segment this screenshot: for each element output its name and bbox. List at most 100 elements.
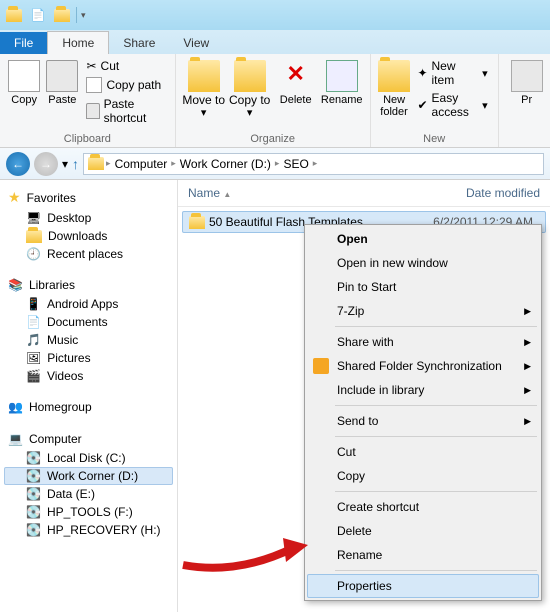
nav-forward-button[interactable]: →: [34, 152, 58, 176]
recent-icon: 🕘: [26, 247, 41, 261]
nav-history-dropdown[interactable]: ▾: [62, 157, 68, 171]
sidebar-recent[interactable]: 🕘Recent places: [4, 245, 173, 263]
ctx-pin[interactable]: Pin to Start: [307, 275, 539, 299]
copy-path-button[interactable]: Copy path: [82, 76, 168, 94]
submenu-arrow-icon: ▶: [524, 385, 531, 396]
sidebar-homegroup[interactable]: 👥Homegroup: [4, 397, 173, 417]
scissors-icon: ✂: [86, 59, 96, 73]
submenu-arrow-icon: ▶: [524, 416, 531, 427]
disk-icon: 💽: [26, 523, 41, 537]
downloads-icon: [26, 230, 42, 243]
sidebar-android[interactable]: 📱Android Apps: [4, 295, 173, 313]
disk-icon: 💽: [26, 505, 41, 519]
desktop-icon: 🖥: [26, 211, 41, 225]
copy-to-button[interactable]: Copy to ▾: [228, 56, 272, 119]
rename-icon: [326, 60, 358, 92]
nav-back-button[interactable]: ←: [6, 152, 30, 176]
documents-icon: 📄: [26, 315, 41, 329]
new-folder-button[interactable]: New folder: [377, 56, 412, 118]
group-new-label: New: [377, 131, 492, 147]
ctx-include[interactable]: Include in library▶: [307, 378, 539, 402]
sync-icon: [313, 358, 329, 374]
tab-file[interactable]: File: [0, 32, 47, 54]
submenu-arrow-icon: ▶: [524, 337, 531, 348]
disk-icon: 💽: [26, 451, 41, 465]
android-icon: 📱: [26, 297, 41, 311]
sidebar-favorites[interactable]: ★Favorites: [4, 186, 173, 209]
ctx-delete[interactable]: Delete: [307, 519, 539, 543]
sidebar-computer[interactable]: 💻Computer: [4, 429, 173, 449]
rename-button[interactable]: Rename: [320, 56, 364, 106]
ctx-7zip[interactable]: 7-Zip▶: [307, 299, 539, 323]
ctx-share[interactable]: Share with▶: [307, 330, 539, 354]
sidebar-drive-e[interactable]: 💽Data (E:): [4, 485, 173, 503]
breadcrumb-folder[interactable]: SEO: [281, 157, 310, 171]
properties-icon: [511, 60, 543, 92]
sidebar-pictures[interactable]: 🖼Pictures: [4, 349, 173, 367]
column-date[interactable]: Date modified: [456, 180, 550, 206]
ctx-rename[interactable]: Rename: [307, 543, 539, 567]
ctx-send[interactable]: Send to▶: [307, 409, 539, 433]
column-name[interactable]: Name ▲: [178, 180, 456, 206]
address-bar[interactable]: ▸ Computer▸ Work Corner (D:)▸ SEO▸: [83, 153, 544, 175]
nav-up-button[interactable]: ↑: [72, 156, 79, 172]
easy-access-button[interactable]: ✔Easy access ▾: [413, 90, 491, 120]
star-icon: ★: [8, 189, 21, 206]
music-icon: 🎵: [26, 333, 41, 347]
ctx-copy[interactable]: Copy: [307, 464, 539, 488]
sidebar-documents[interactable]: 📄Documents: [4, 313, 173, 331]
ctx-shortcut[interactable]: Create shortcut: [307, 495, 539, 519]
delete-button[interactable]: ✕Delete: [274, 56, 318, 106]
sidebar-desktop[interactable]: 🖥Desktop: [4, 209, 173, 227]
cut-button[interactable]: ✂Cut: [82, 58, 168, 74]
submenu-arrow-icon: ▶: [524, 306, 531, 317]
group-organize-label: Organize: [182, 131, 364, 147]
tab-view[interactable]: View: [169, 32, 223, 54]
quick-new-icon[interactable]: 📄: [28, 5, 48, 25]
disk-icon: 💽: [26, 487, 41, 501]
properties-ribbon-button[interactable]: Pr: [505, 56, 549, 106]
ctx-properties[interactable]: Properties: [307, 574, 539, 598]
sidebar-libraries[interactable]: 📚Libraries: [4, 275, 173, 295]
sidebar-videos[interactable]: 🎬Videos: [4, 367, 173, 385]
paste-shortcut-button[interactable]: Paste shortcut: [82, 96, 168, 126]
address-folder-icon: [88, 157, 104, 170]
new-item-button[interactable]: ✦New item ▾: [413, 58, 491, 88]
easy-access-icon: ✔: [417, 98, 427, 112]
ctx-cut[interactable]: Cut: [307, 440, 539, 464]
videos-icon: 🎬: [26, 369, 41, 383]
move-to-icon: [188, 60, 220, 92]
folder-icon: [189, 216, 205, 229]
sidebar-music[interactable]: 🎵Music: [4, 331, 173, 349]
breadcrumb-computer[interactable]: Computer: [113, 157, 170, 171]
sidebar-drive-h[interactable]: 💽HP_RECOVERY (H:): [4, 521, 173, 539]
ctx-open[interactable]: Open: [307, 227, 539, 251]
homegroup-icon: 👥: [8, 400, 23, 414]
pictures-icon: 🖼: [26, 351, 41, 365]
sidebar: ★Favorites 🖥Desktop Downloads 🕘Recent pl…: [0, 180, 178, 612]
sidebar-drive-f[interactable]: 💽HP_TOOLS (F:): [4, 503, 173, 521]
quick-props-icon[interactable]: [52, 5, 72, 25]
sidebar-downloads[interactable]: Downloads: [4, 227, 173, 245]
breadcrumb-drive[interactable]: Work Corner (D:): [178, 157, 273, 171]
copy-path-icon: [86, 77, 102, 93]
sidebar-drive-d[interactable]: 💽Work Corner (D:): [4, 467, 173, 485]
disk-icon: 💽: [26, 469, 41, 483]
copy-button[interactable]: Copy: [6, 56, 42, 106]
explorer-icon: [4, 5, 24, 25]
move-to-button[interactable]: Move to ▾: [182, 56, 226, 119]
paste-shortcut-icon: [86, 103, 99, 119]
group-clipboard-label: Clipboard: [6, 131, 169, 147]
delete-x-icon: ✕: [280, 60, 312, 92]
tab-share[interactable]: Share: [109, 32, 169, 54]
libraries-icon: 📚: [8, 278, 23, 292]
tab-home[interactable]: Home: [47, 31, 109, 54]
new-item-icon: ✦: [417, 66, 427, 80]
paste-button[interactable]: Paste: [44, 56, 80, 106]
ctx-open-new[interactable]: Open in new window: [307, 251, 539, 275]
qat-dropdown-icon[interactable]: ▾: [81, 10, 86, 21]
new-folder-icon: [378, 60, 410, 92]
ctx-sfs[interactable]: Shared Folder Synchronization▶: [307, 354, 539, 378]
context-menu: Open Open in new window Pin to Start 7-Z…: [304, 224, 542, 601]
sidebar-drive-c[interactable]: 💽Local Disk (C:): [4, 449, 173, 467]
